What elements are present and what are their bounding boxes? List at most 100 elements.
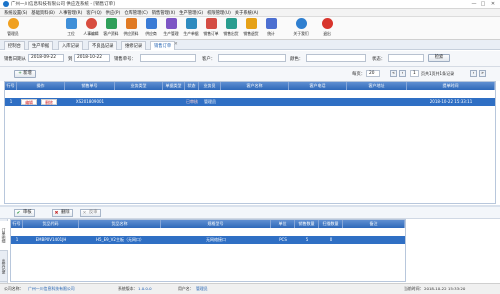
menu-customer[interactable]: 客户(Q) bbox=[86, 10, 101, 16]
menu-supply[interactable]: 供应(P) bbox=[106, 10, 121, 16]
date-to-label: 到 bbox=[68, 57, 73, 62]
toolbar-production-doc-button[interactable]: 生产单据 bbox=[182, 18, 200, 39]
toolbar-production-button[interactable]: 生产管理 bbox=[162, 18, 180, 39]
tab-repair-record[interactable]: 维修记录 bbox=[121, 41, 147, 50]
menu-permission[interactable]: 权限管理(U) bbox=[207, 10, 231, 16]
clerk-cell: 管理员 bbox=[204, 99, 216, 104]
document-tabs: 控制台 生产单据 入库记录 不良品记录 维修记录 销售订单 ✕ bbox=[0, 40, 500, 50]
menu-bar: 系统设置(S) 基础资料(B) 人事管理(R) 客户(Q) 供应(P) 仓库管理… bbox=[0, 9, 500, 17]
tab-shipment-record[interactable]: 出货记录 bbox=[0, 252, 8, 282]
close-button[interactable]: ✕ bbox=[489, 1, 497, 7]
toolbar-customer-button[interactable]: 客户资料 bbox=[102, 18, 120, 39]
toolbar-station-button[interactable]: 工位 bbox=[62, 18, 80, 39]
state-select[interactable] bbox=[388, 54, 424, 62]
menu-sales[interactable]: 销售管理(X) bbox=[152, 10, 175, 16]
tab-console[interactable]: 控制台 bbox=[4, 41, 25, 50]
col-header-phone: 客户电话 bbox=[289, 82, 347, 90]
spec-cell: 无网络接口 bbox=[206, 237, 226, 242]
table-row[interactable]: 1 EMBP0V1401JH H5_E9_V2主板（无网口） 无网络接口 PCS… bbox=[11, 236, 405, 244]
menu-hr[interactable]: 人事管理(R) bbox=[59, 10, 83, 16]
toolbar-supply-button[interactable]: 供应资料 bbox=[122, 18, 140, 39]
time-label: 当前时间： bbox=[404, 286, 424, 291]
detail-grid-header: 行号 货品代码 货品名称 规格型号 单位 销售数量 扫描数量 备注 bbox=[11, 220, 405, 228]
tab-defect-record[interactable]: 不良品记录 bbox=[88, 41, 118, 50]
next-page-button[interactable]: › bbox=[470, 70, 477, 77]
date-to-field[interactable]: 2018-10-22 bbox=[74, 54, 110, 62]
filter-bar: 销售日期从 2018-09-22 到 2018-10-22 销售单号： 客户： … bbox=[0, 51, 500, 67]
customer-field[interactable] bbox=[218, 54, 286, 62]
detail-col-scan: 扫描数量 bbox=[319, 220, 343, 228]
audit-button[interactable]: ✔ 审核 bbox=[14, 209, 35, 217]
time-value: 2018-10-22 15:33:20 bbox=[424, 286, 466, 291]
detail-col-note: 备注 bbox=[343, 220, 405, 228]
page-input[interactable]: 1 bbox=[410, 70, 419, 77]
code-cell: EMBP0V1401JH bbox=[35, 237, 67, 242]
user-icon bbox=[7, 18, 19, 29]
version-label: 系统版本： bbox=[118, 286, 138, 291]
color-field[interactable] bbox=[306, 54, 366, 62]
gear-icon bbox=[165, 18, 177, 29]
first-page-button[interactable]: « bbox=[390, 70, 397, 77]
delete-icon: ✖ bbox=[54, 211, 59, 216]
tab-production-doc[interactable]: 生产单据 bbox=[28, 41, 54, 50]
search-button[interactable]: 检索 bbox=[428, 54, 450, 62]
toolbar: 管理员 工位 人事编辑 客户资料 供应资料 供应商 生产管理 生产单据 销售订单… bbox=[0, 17, 500, 40]
add-button[interactable]: + 新增 bbox=[14, 70, 36, 78]
last-page-button[interactable]: » bbox=[479, 70, 486, 77]
supply-icon bbox=[125, 18, 137, 29]
delete-button[interactable]: ✖ 删除 bbox=[52, 209, 73, 217]
grid-header: 行号 操作 销售单号 业务类型 单据类型 状态 业务员 客户名称 客户电话 客户… bbox=[5, 82, 495, 90]
prev-page-button[interactable]: ‹ bbox=[399, 70, 406, 77]
menu-about[interactable]: 关于系统(A) bbox=[235, 10, 258, 16]
col-header-biz-type: 业务类型 bbox=[115, 82, 163, 90]
toolbar-admin-button[interactable]: 管理员 bbox=[4, 18, 22, 39]
toolbar-return-button[interactable]: 销售退货 bbox=[242, 18, 260, 39]
return-icon bbox=[245, 18, 257, 29]
menu-base-data[interactable]: 基础资料(B) bbox=[31, 10, 55, 16]
menu-warehouse[interactable]: 仓库管理(C) bbox=[124, 10, 148, 16]
menu-production[interactable]: 生产管理(G) bbox=[179, 10, 203, 16]
close-tab-icon[interactable]: ✕ bbox=[174, 42, 178, 47]
status-bar: 公司名称： 广州一川信息科技有限公司 系统版本： 1.0.0.0 用户名： 管理… bbox=[0, 283, 500, 294]
maximize-button[interactable]: □ bbox=[479, 1, 487, 7]
col-header-row-no: 行号 bbox=[5, 82, 17, 90]
toolbar-shipment-button[interactable]: 销售出货 bbox=[222, 18, 240, 39]
order-no-field[interactable] bbox=[140, 54, 196, 62]
user-value: 管理员 bbox=[196, 286, 208, 291]
toolbar-supplier-button[interactable]: 供应商 bbox=[142, 18, 160, 39]
tab-sales-order[interactable]: 销售订单 bbox=[150, 41, 176, 50]
detail-col-qty: 销售数量 bbox=[295, 220, 319, 228]
tab-order-detail[interactable]: 订单明细 bbox=[0, 221, 8, 251]
col-header-order-no: 销售单号 bbox=[65, 82, 115, 90]
col-header-customer: 客户名称 bbox=[221, 82, 289, 90]
unaudit-button[interactable]: ✕ 反审 bbox=[80, 209, 101, 217]
page-size-select[interactable]: 20 bbox=[366, 70, 380, 77]
document-icon bbox=[185, 18, 197, 29]
table-row[interactable]: 1 编辑 删除 XS201809001 已审核 管理员 2018-10-22 1… bbox=[5, 98, 495, 106]
toolbar-hr-edit-button[interactable]: 人事编辑 bbox=[82, 18, 100, 39]
unit-cell: PCS bbox=[279, 237, 287, 242]
detail-side-tabs: 订单明细 出货记录 bbox=[0, 219, 8, 283]
toolbar-exit-button[interactable]: 退出 bbox=[318, 18, 336, 39]
toolbar-about-button[interactable]: 关于我们 bbox=[292, 18, 310, 39]
order-icon bbox=[205, 18, 217, 29]
order-no-label: 销售单号： bbox=[114, 57, 136, 62]
date-from-field[interactable]: 2018-09-22 bbox=[28, 54, 64, 62]
col-header-state: 状态 bbox=[185, 82, 199, 90]
minimize-button[interactable]: — bbox=[470, 1, 478, 7]
title-bar: 广州一川信息科技有限公司 供应连系统 - [销售订单] — □ ✕ bbox=[0, 0, 500, 9]
detail-col-unit: 单位 bbox=[271, 220, 295, 228]
state-cell: 已审核 bbox=[186, 99, 198, 104]
col-header-action: 操作 bbox=[17, 82, 65, 90]
col-header-address: 客户地址 bbox=[347, 82, 407, 90]
row-delete-button[interactable]: 删除 bbox=[41, 99, 57, 105]
company-value: 广州一川信息科技有限公司 bbox=[28, 286, 75, 291]
name-cell: H5_E9_V2主板（无网口） bbox=[96, 237, 144, 242]
menu-system[interactable]: 系统设置(S) bbox=[4, 10, 27, 16]
tab-inbound-record[interactable]: 入库记录 bbox=[58, 41, 84, 50]
row-edit-button[interactable]: 编辑 bbox=[21, 99, 37, 105]
window-title: 广州一川信息科技有限公司 供应连系统 - [销售订单] bbox=[11, 2, 115, 7]
toolbar-sales-order-button[interactable]: 销售订单 bbox=[202, 18, 220, 39]
toolbar-stats-button[interactable]: 统计 bbox=[262, 18, 280, 39]
station-icon bbox=[65, 18, 77, 29]
